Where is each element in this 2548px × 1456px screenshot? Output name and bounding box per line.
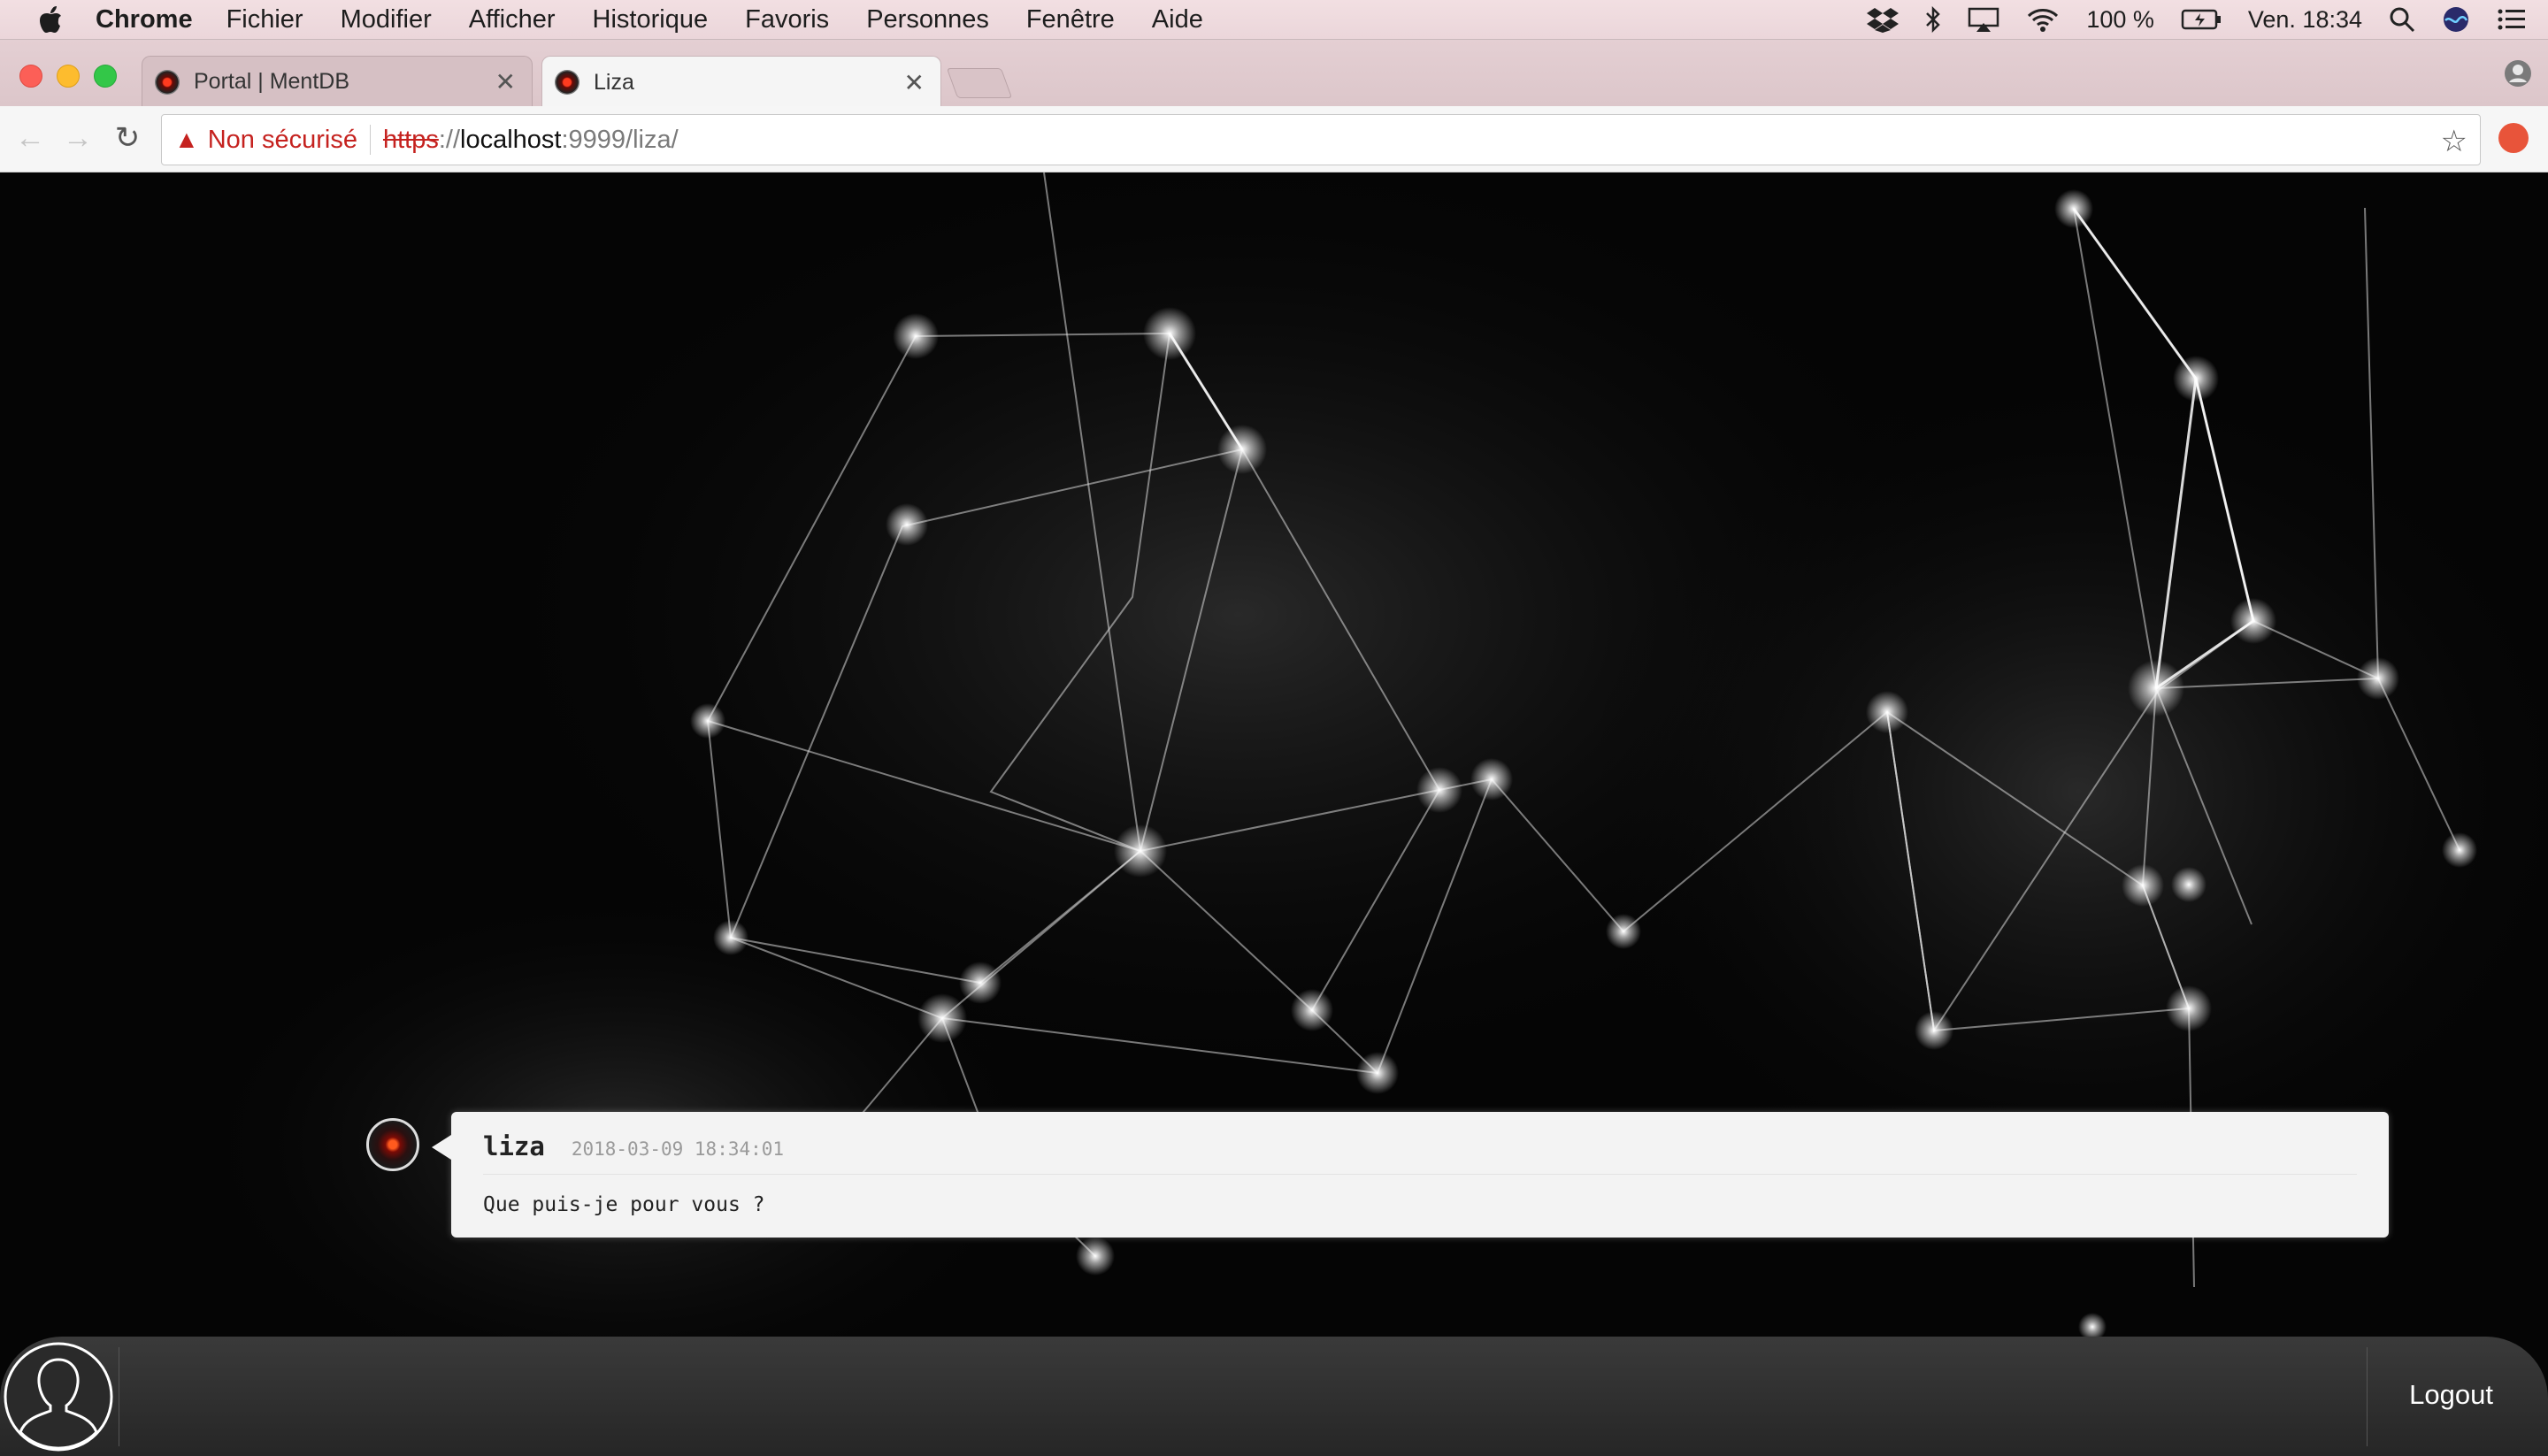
bookmark-star-icon[interactable]: ☆ [2441,124,2467,159]
menu-aide[interactable]: Aide [1152,5,1203,34]
message-header: liza 2018-03-09 18:34:01 [483,1131,784,1161]
logout-button[interactable]: Logout [2409,1379,2493,1411]
notification-center-icon[interactable] [2497,7,2527,32]
menu-historique[interactable]: Historique [593,5,709,34]
tab-close-icon[interactable]: ✕ [495,67,516,96]
tab-close-icon[interactable]: ✕ [904,68,925,97]
user-avatar-icon[interactable] [2,1340,115,1453]
url-scheme: https [382,125,439,154]
message-input[interactable] [119,1347,2368,1446]
security-indicator[interactable]: ▲ Non sécurisé [174,126,357,155]
menu-app-name[interactable]: Chrome [96,5,193,34]
close-window-button[interactable] [19,65,42,88]
page-content: liza 2018-03-09 18:34:01 Que puis-je pou… [0,172,2548,1456]
message-divider [483,1174,2357,1175]
extension-icon[interactable] [2498,123,2529,153]
status-area: 100 % Ven. 18:34 [1867,0,2527,39]
address-bar[interactable]: ▲ Non sécurisé https://localhost:9999/li… [161,114,2481,165]
battery-percent: 100 % [2086,5,2154,33]
url-separator: :// [438,125,461,154]
tab-title: Portal | MentDB [194,69,350,94]
warning-triangle-icon: ▲ [174,126,199,153]
url-text[interactable]: https://localhost:9999/liza/ [383,126,679,155]
minimize-window-button[interactable] [57,65,80,88]
menu-favoris[interactable]: Favoris [745,5,829,34]
message-bubble: liza 2018-03-09 18:34:01 Que puis-je pou… [432,1112,2389,1238]
new-tab-button[interactable] [946,68,1013,98]
tab-title: Liza [594,69,634,95]
spotlight-search-icon[interactable] [2389,6,2415,33]
siri-icon[interactable] [2442,5,2470,34]
profile-icon[interactable] [2504,59,2532,88]
tab-favicon-icon [155,69,180,95]
forward-arrow-icon[interactable]: → [62,122,94,154]
tab-strip: Portal | MentDB ✕ Liza ✕ [0,40,2548,108]
airplay-icon[interactable] [1968,6,1999,33]
message-sender: liza [483,1131,545,1161]
battery-icon[interactable] [2181,8,2222,31]
liza-avatar [366,1118,419,1171]
macos-menubar: Chrome Fichier Modifier Afficher Histori… [0,0,2548,40]
menu-fichier[interactable]: Fichier [226,5,303,34]
url-host: localhost [460,125,562,154]
message-timestamp: 2018-03-09 18:34:01 [571,1138,785,1160]
menu-personnes[interactable]: Personnes [866,5,989,34]
wifi-icon[interactable] [2026,6,2060,33]
bluetooth-icon[interactable] [1925,6,1941,33]
tab-favicon-icon [555,70,579,95]
menu-fenetre[interactable]: Fenêtre [1026,5,1115,34]
reload-icon[interactable]: ↻ [111,122,143,154]
back-arrow-icon[interactable]: ← [14,122,46,154]
security-label: Non sécurisé [207,125,357,154]
browser-toolbar: ← → ↻ ▲ Non sécurisé https://localhost:9… [0,106,2548,172]
tab-liza[interactable]: Liza ✕ [541,56,941,108]
menu-afficher[interactable]: Afficher [469,5,556,34]
apple-logo-icon[interactable] [37,4,64,34]
menu-items: Chrome Fichier Modifier Afficher Histori… [96,5,1240,34]
url-path: :9999/liza/ [561,125,679,154]
menu-modifier[interactable]: Modifier [341,5,432,34]
tab-portal-mentdb[interactable]: Portal | MentDB ✕ [142,56,533,107]
network-background [177,172,2548,1411]
zoom-window-button[interactable] [94,65,117,88]
omnibox-divider [369,125,371,155]
chat-input-bar: Logout [0,1337,2548,1456]
message-text: Que puis-je pour vous ? [483,1193,765,1216]
dropbox-icon[interactable] [1867,6,1899,33]
menubar-clock[interactable]: Ven. 18:34 [2248,6,2362,34]
